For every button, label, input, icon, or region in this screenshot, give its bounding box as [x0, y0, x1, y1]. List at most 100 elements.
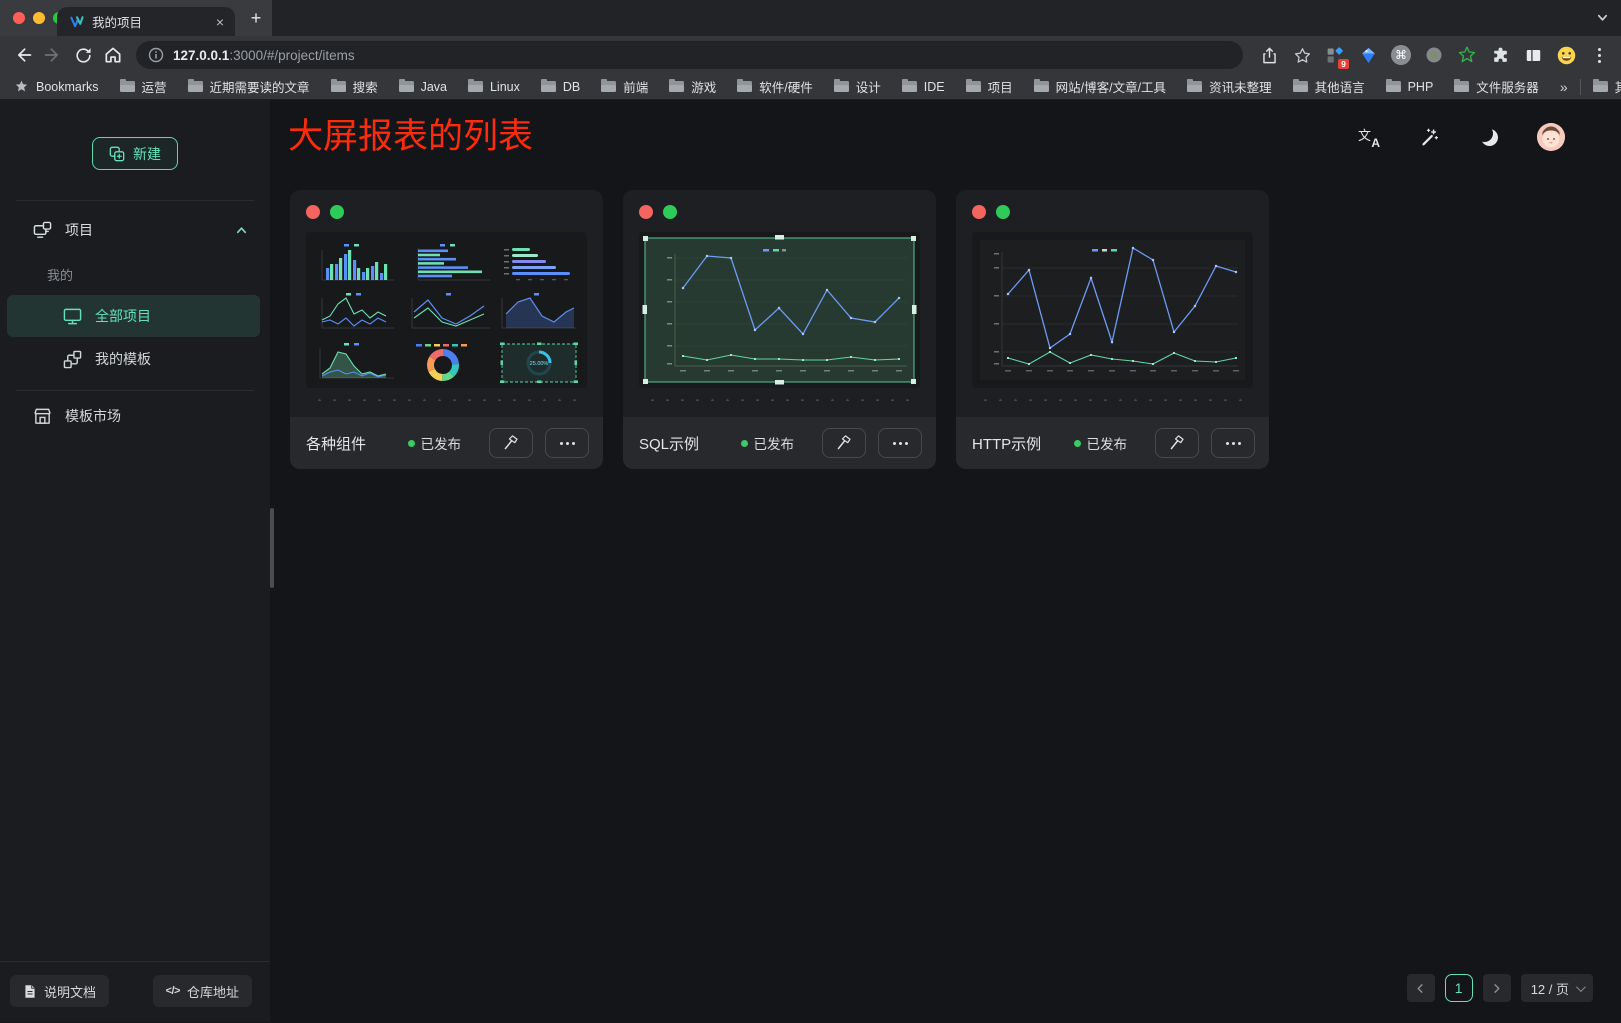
more-button[interactable] [1211, 428, 1255, 458]
new-tab-button[interactable]: + [243, 5, 269, 31]
template-blocks-icon [63, 350, 82, 369]
chevron-down-icon [1576, 982, 1586, 992]
chevron-up-icon[interactable] [235, 224, 248, 237]
green-dot-icon [663, 205, 677, 219]
macos-close-button[interactable] [13, 12, 25, 24]
folder-icon [966, 81, 981, 92]
user-avatar[interactable] [1537, 123, 1565, 151]
folder-icon [601, 81, 616, 92]
tab-search-chevron-icon[interactable] [1596, 11, 1609, 29]
edit-button[interactable] [822, 428, 866, 458]
new-project-button[interactable]: 新建 [92, 137, 178, 170]
repo-button[interactable]: </> 仓库地址 [153, 975, 252, 1007]
sidebar-item-template-market[interactable]: 模板市场 [0, 393, 270, 439]
card-traffic-dots [639, 203, 920, 219]
magic-wand-icon[interactable] [1417, 125, 1441, 149]
bookmark-folder-item[interactable]: 项目 [966, 77, 1013, 96]
more-button[interactable] [545, 428, 589, 458]
project-name: 各种组件 [306, 433, 408, 454]
other-bookmarks-item[interactable]: 其他书签 [1593, 77, 1621, 96]
bookmark-folder-item[interactable]: 设计 [834, 77, 881, 96]
forward-button[interactable] [38, 40, 68, 70]
bookmark-folder-item[interactable]: 文件服务器 [1454, 77, 1539, 96]
bookmark-star-icon[interactable] [1290, 43, 1314, 67]
profile-avatar-emoji[interactable] [1554, 43, 1578, 67]
folder-icon [1034, 81, 1049, 92]
current-page-button[interactable]: 1 [1445, 974, 1473, 1002]
browser-window: 我的项目 × + 127.0.0.1:3000/#/project/items [0, 0, 1621, 1023]
share-icon[interactable] [1257, 43, 1281, 67]
docs-button[interactable]: 说明文档 [10, 975, 109, 1007]
bookmarks-separator [1580, 79, 1581, 95]
main-content: 大屏报表的列表 文 A [270, 100, 1621, 1022]
copy-plus-icon [109, 146, 125, 162]
project-card[interactable]: SQL示例 已发布 [623, 190, 936, 469]
project-thumbnail [972, 232, 1253, 388]
bookmark-folder-item[interactable]: IDE [902, 80, 945, 94]
extension-grid-icon[interactable]: 9 [1323, 43, 1347, 67]
document-icon [23, 984, 37, 999]
bookmark-folder-item[interactable]: PHP [1386, 80, 1434, 94]
folder-icon [1187, 81, 1202, 92]
scrollbar-thumb[interactable] [270, 508, 274, 588]
bookmark-folder-item[interactable]: 网站/博客/文章/工具 [1034, 77, 1166, 96]
status-label: 已发布 [421, 433, 462, 453]
page-size-select[interactable]: 12 / 页 [1521, 974, 1593, 1002]
bookmark-folder-item[interactable]: 运营 [120, 77, 167, 96]
bookmarks-manager-item[interactable]: Bookmarks [14, 79, 99, 94]
edit-button[interactable] [489, 428, 533, 458]
docs-button-label: 说明文档 [44, 982, 96, 1001]
bookmark-folder-item[interactable]: Java [399, 80, 447, 94]
macos-minimize-button[interactable] [33, 12, 45, 24]
extension-command-icon[interactable]: ⌘ [1389, 43, 1413, 67]
command-glyph: ⌘ [1391, 45, 1411, 65]
bookmark-folder-item[interactable]: 软件/硬件 [737, 77, 812, 96]
sidebar-item-all-projects[interactable]: 全部项目 [7, 295, 260, 337]
extension-star-icon[interactable] [1455, 43, 1479, 67]
ellipsis-icon [893, 442, 908, 445]
bookmark-folder-item[interactable]: Linux [468, 80, 520, 94]
bookmark-folder-item[interactable]: 其他语言 [1293, 77, 1365, 96]
sidebar-item-my-templates[interactable]: 我的模板 [7, 338, 260, 380]
bookmark-folder-item[interactable]: 游戏 [669, 77, 716, 96]
site-info-icon[interactable] [148, 47, 164, 63]
extensions-puzzle-icon[interactable] [1488, 43, 1512, 67]
side-panel-icon[interactable] [1521, 43, 1545, 67]
bookmark-folder-item[interactable]: 搜索 [331, 77, 378, 96]
bookmarks-overflow-chevron[interactable]: » [1560, 79, 1568, 95]
extension-record-icon[interactable] [1422, 43, 1446, 67]
bookmark-folder-item[interactable]: DB [541, 80, 580, 94]
home-button[interactable] [98, 40, 128, 70]
browser-menu-icon[interactable] [1587, 43, 1611, 67]
repo-button-label: 仓库地址 [187, 982, 239, 1001]
bookmark-folder-item[interactable]: 近期需要读的文章 [188, 77, 310, 96]
browser-tab[interactable]: 我的项目 × [57, 7, 235, 36]
sidebar-divider [16, 390, 254, 391]
bookmark-folder-item[interactable]: 资讯未整理 [1187, 77, 1272, 96]
address-bar[interactable]: 127.0.0.1:3000/#/project/items [136, 41, 1243, 69]
folder-icon [468, 81, 483, 92]
edit-button[interactable] [1155, 428, 1199, 458]
translate-icon[interactable]: 文 A [1357, 125, 1381, 149]
tab-zone: 我的项目 × + [0, 0, 272, 36]
back-button[interactable] [8, 40, 38, 70]
prev-page-button[interactable] [1407, 974, 1435, 1002]
folder-icon [331, 81, 346, 92]
reload-button[interactable] [68, 40, 98, 70]
next-page-button[interactable] [1483, 974, 1511, 1002]
extension-gem-icon[interactable] [1356, 43, 1380, 67]
thumbnail-line-chart-selected [639, 232, 920, 388]
project-card[interactable]: 25.00% 各种组件 已发布 [290, 190, 603, 469]
bookmark-folder-item[interactable]: 前端 [601, 77, 648, 96]
more-button[interactable] [878, 428, 922, 458]
screens-icon [33, 221, 52, 240]
sidebar-item-label: 模板市场 [65, 406, 121, 426]
status-dot-icon [741, 440, 748, 447]
project-card[interactable]: HTTP示例 已发布 [956, 190, 1269, 469]
project-cards-row: 25.00% 各种组件 已发布 [270, 160, 1621, 469]
tab-close-icon[interactable]: × [213, 15, 227, 29]
dark-mode-moon-icon[interactable] [1477, 125, 1501, 149]
extension-badge: 9 [1337, 58, 1350, 70]
sidebar-group-project[interactable]: 项目 [0, 205, 270, 255]
status-dot-icon [408, 440, 415, 447]
